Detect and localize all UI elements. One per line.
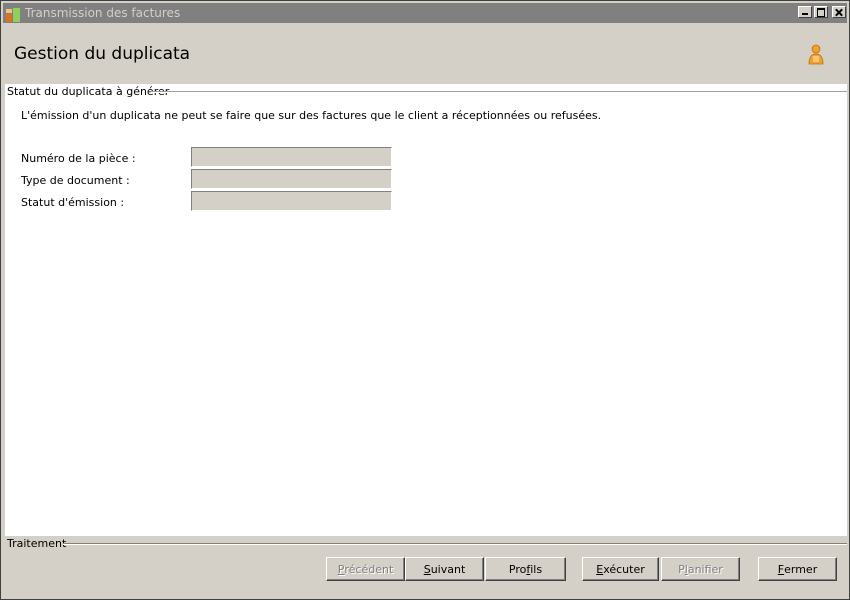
emission-status-field[interactable] xyxy=(191,191,392,211)
info-text: L'émission d'un duplicata ne peut se fai… xyxy=(21,109,602,122)
previous-button[interactable]: Précédent xyxy=(326,557,405,581)
title-bar[interactable]: Transmission des factures xyxy=(3,3,847,23)
execute-button[interactable]: Exécuter xyxy=(582,557,659,581)
page-title: Gestion du duplicata xyxy=(14,44,191,64)
minimize-button[interactable] xyxy=(798,6,812,18)
profiles-button[interactable]: Pro f ils xyxy=(485,557,566,581)
page-header: Gestion du duplicata xyxy=(3,24,847,84)
next-button[interactable]: Suivant xyxy=(405,557,484,581)
window: Transmission des factures Gestion du dup… xyxy=(0,0,850,600)
app-logo-icon xyxy=(6,6,22,22)
document-type-label: Type de document : xyxy=(21,174,130,187)
piece-number-label: Numéro de la pièce : xyxy=(21,152,136,165)
schedule-button[interactable]: Pl anifier xyxy=(661,557,740,581)
footer-legend: Traitement xyxy=(7,537,70,550)
window-title: Transmission des factures xyxy=(25,6,181,20)
close-window-button[interactable]: Fermer xyxy=(758,557,837,581)
group-legend: Statut du duplicata à générer xyxy=(7,85,174,98)
group-divider xyxy=(151,91,847,93)
document-type-field[interactable] xyxy=(191,169,392,189)
emission-status-label: Statut d'émission : xyxy=(21,196,125,209)
maximize-button[interactable] xyxy=(814,6,828,18)
footer-panel: Traitement Précédent Suivant Pro f ils Exé… xyxy=(5,536,847,596)
main-panel: Statut du duplicata à générer L'émission… xyxy=(5,84,847,536)
user-icon[interactable] xyxy=(807,44,825,66)
close-button[interactable] xyxy=(832,6,846,18)
piece-number-field[interactable] xyxy=(191,147,392,167)
footer-divider xyxy=(63,543,847,545)
